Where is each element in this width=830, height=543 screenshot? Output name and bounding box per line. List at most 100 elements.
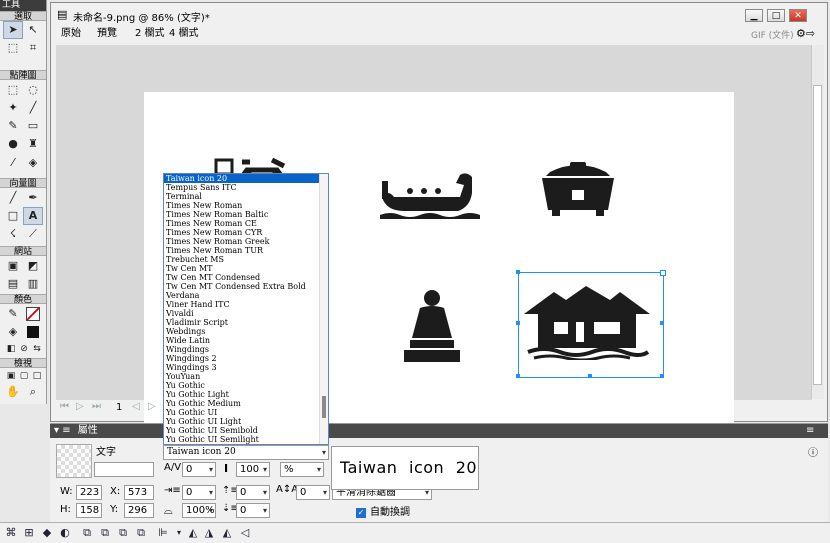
selection-handle-tr[interactable]	[660, 270, 666, 276]
font-list-item[interactable]: Wide Latin	[164, 336, 328, 345]
pencil-tool-icon[interactable]: ✎	[4, 118, 22, 134]
pen-tool-icon[interactable]: ✒	[24, 190, 42, 206]
crop-tool-icon[interactable]: ⌗	[24, 40, 42, 56]
tab-preview[interactable]: 預覽	[97, 27, 117, 41]
help-icon[interactable]: ⓘ	[808, 444, 818, 459]
font-list-item[interactable]: Wingdings 2	[164, 354, 328, 363]
last-frame-icon[interactable]: ⏭	[92, 401, 101, 412]
send-backward-icon[interactable]: ⧉	[116, 526, 130, 540]
stroke-color-icon[interactable]: ✎	[4, 306, 22, 322]
fill-swatch-icon[interactable]	[24, 324, 42, 340]
rectangle-tool-icon[interactable]: □	[4, 208, 22, 224]
rotate-ccw-icon[interactable]: ◭	[186, 526, 200, 540]
subselect-tool-icon[interactable]: ↖	[24, 22, 42, 38]
selection-box[interactable]	[518, 272, 664, 378]
horizontal-scale-field[interactable]: 100% ▾	[182, 503, 216, 518]
font-list-scrollbar[interactable]	[319, 174, 328, 444]
flip-vertical-icon[interactable]: ◁	[238, 526, 252, 540]
font-list-item[interactable]: Viner Hand ITC	[164, 300, 328, 309]
selection-handle-mr[interactable]	[660, 321, 664, 325]
eraser-tool-icon[interactable]: ▭	[24, 118, 42, 134]
slice-tool-icon[interactable]: ◩	[24, 258, 42, 274]
font-list-scroll-thumb[interactable]	[322, 396, 326, 418]
tab-2up[interactable]: 2 欄式	[135, 27, 165, 41]
align-left-icon[interactable]: ⊫	[156, 526, 170, 540]
font-list-item[interactable]: Wingdings 3	[164, 363, 328, 372]
font-list-item[interactable]: Tw Cen MT Condensed Extra Bold	[164, 282, 328, 291]
w-field[interactable]: 223	[76, 485, 102, 500]
blur-tool-icon[interactable]: ●	[4, 136, 22, 152]
next-page-icon[interactable]: ▷	[148, 401, 156, 412]
scale-tool-icon[interactable]: ⬚	[4, 40, 22, 56]
selection-handle-tl[interactable]	[516, 270, 520, 274]
font-list-item[interactable]: Vladimir Script	[164, 318, 328, 327]
text-tool-icon[interactable]: A	[23, 207, 43, 225]
font-list-item[interactable]: Tw Cen MT	[164, 264, 328, 273]
indent-field[interactable]: 0 ▾	[182, 485, 216, 500]
selection-handle-br[interactable]	[660, 374, 664, 378]
font-list-item[interactable]: Wingdings	[164, 345, 328, 354]
font-list-item[interactable]: Times New Roman TUR	[164, 246, 328, 255]
group-icon[interactable]: ⌘	[4, 526, 18, 540]
font-list-item[interactable]: Verdana	[164, 291, 328, 300]
ungroup-icon[interactable]: ⊞	[22, 526, 36, 540]
vertical-scroll-thumb[interactable]	[813, 85, 822, 385]
knife-tool-icon[interactable]: ⟋	[24, 226, 42, 242]
flip-horizontal-icon[interactable]: ◭	[220, 526, 234, 540]
kerning-field[interactable]: 0 ▾	[182, 462, 216, 477]
hand-tool-icon[interactable]: ✋	[4, 384, 22, 400]
panel-menu-icon[interactable]: ≡	[806, 424, 814, 438]
tab-4up[interactable]: 4 欄式	[169, 27, 199, 41]
fill-color-icon[interactable]: ◈	[4, 324, 22, 340]
font-list-item[interactable]: Times New Roman Baltic	[164, 210, 328, 219]
eyedropper-tool-icon[interactable]: ⁄	[4, 155, 22, 171]
join-icon[interactable]: ◆	[40, 526, 54, 540]
quick-export-icon[interactable]: ⚙⇨	[796, 27, 815, 40]
font-list-item[interactable]: Terminal	[164, 192, 328, 201]
leading-unit-dropdown[interactable]: % ▾	[280, 462, 324, 477]
baseline-shift-field[interactable]: 0 ▾	[296, 485, 330, 500]
full-screen-icon[interactable]: □	[28, 368, 46, 384]
font-list-item[interactable]: Times New Roman CYR	[164, 228, 328, 237]
space-after-field[interactable]: 0 ▾	[236, 503, 270, 518]
h-field[interactable]: 158	[76, 503, 102, 518]
freeform-tool-icon[interactable]: ☇	[4, 226, 22, 242]
line-tool-icon[interactable]: ╱	[4, 190, 22, 206]
stamp-tool-icon[interactable]: ♜	[24, 136, 42, 152]
hide-slices-icon[interactable]: ▤	[4, 276, 22, 292]
y-field[interactable]: 296	[124, 503, 154, 518]
font-list-item[interactable]: Yu Gothic UI Semibold	[164, 426, 328, 435]
tab-original[interactable]: 原始	[61, 27, 81, 41]
font-list-item[interactable]: Yu Gothic Medium	[164, 399, 328, 408]
selection-handle-bm[interactable]	[588, 374, 592, 378]
font-list-item[interactable]: Tempus Sans ITC	[164, 183, 328, 192]
send-back-icon[interactable]: ⧉	[134, 526, 148, 540]
font-list-item[interactable]: Yu Gothic UI Semilight	[164, 435, 328, 444]
mask-icon[interactable]: ◐	[58, 526, 72, 540]
font-list-item[interactable]: Yu Gothic UI	[164, 408, 328, 417]
collapse-icon[interactable]: ▾ ≡	[50, 425, 71, 436]
paint-bucket-icon[interactable]: ◈	[24, 155, 42, 171]
pointer-tool-icon[interactable]: ➤	[3, 21, 23, 39]
vertical-scrollbar[interactable]	[811, 45, 824, 399]
play-icon[interactable]: ▷	[76, 401, 84, 412]
brush-tool-icon[interactable]: ╱	[24, 100, 42, 116]
selection-handle-ml[interactable]	[516, 321, 520, 325]
first-frame-icon[interactable]: ⏮	[60, 401, 69, 412]
x-field[interactable]: 573	[124, 485, 154, 500]
marquee-tool-icon[interactable]: ⬚	[4, 82, 22, 98]
lasso-tool-icon[interactable]: ◌	[24, 82, 42, 98]
font-family-dropdown[interactable]: Taiwan icon 20 ▾	[163, 445, 329, 460]
font-list-item[interactable]: Times New Roman	[164, 201, 328, 210]
bring-forward-icon[interactable]: ⧉	[98, 526, 112, 540]
zoom-tool-icon[interactable]: ⌕	[24, 384, 42, 400]
font-list-item[interactable]: Times New Roman CE	[164, 219, 328, 228]
font-list-item[interactable]: Yu Gothic	[164, 381, 328, 390]
font-list-item[interactable]: Vivaldi	[164, 309, 328, 318]
font-list-item[interactable]: Trebuchet MS	[164, 255, 328, 264]
font-list-item[interactable]: Yu Gothic Light	[164, 390, 328, 399]
space-before-field[interactable]: 0 ▾	[236, 485, 270, 500]
auto-kern-checkbox[interactable]: ✓	[356, 508, 366, 518]
font-list-item[interactable]: Times New Roman Greek	[164, 237, 328, 246]
bring-front-icon[interactable]: ⧉	[80, 526, 94, 540]
